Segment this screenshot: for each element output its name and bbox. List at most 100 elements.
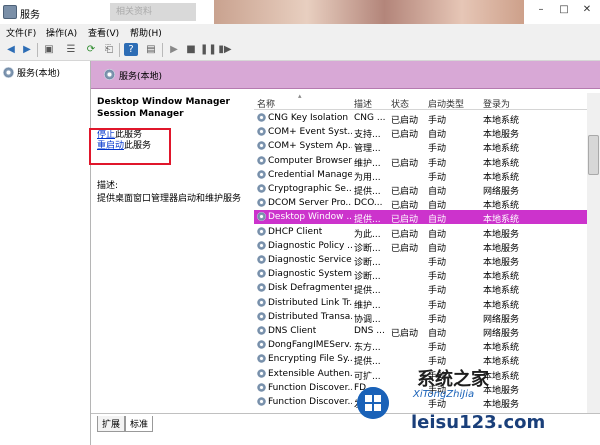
cell-status: 已启动 (391, 243, 419, 254)
cell-logon: 本地系统 (483, 158, 520, 169)
cell-name: Credential Manager (268, 169, 352, 180)
cell-name: Extensible Authen... (268, 368, 352, 379)
title-banner-image (214, 0, 524, 24)
cell-name: CNG Key Isolation (268, 113, 349, 123)
cell-name: Diagnostic System... (268, 269, 352, 280)
cell-logon: 网络服务 (483, 329, 520, 339)
site-watermark: 系统之家 XiTongZhiJia leisu123.com (351, 362, 600, 445)
cell-name: Cryptographic Se... (268, 184, 352, 194)
cell-name: COM+ Event Syst... (268, 127, 352, 138)
cell-status: 已启动 (391, 158, 419, 169)
service-gear-icon (257, 326, 266, 335)
scrollbar-thumb[interactable] (588, 135, 599, 175)
back-icon[interactable]: ◀ (4, 43, 18, 56)
service-gear-icon (257, 141, 266, 151)
sort-ascending-icon: ▴ (298, 93, 302, 100)
help-icon[interactable]: ? (124, 43, 138, 56)
cell-desc: DCO... (354, 198, 383, 209)
tree-node-services-local[interactable]: 服务(本地) (3, 66, 60, 79)
cell-name: Diagnostic Policy ... (268, 240, 352, 251)
cell-startup: 手动 (428, 172, 447, 183)
export-list-icon[interactable]: ⎗ (102, 43, 116, 56)
cell-desc: 提供... (354, 286, 381, 297)
table-row[interactable]: Disk Defragmenter 提供... 手动 本地系统 (254, 281, 587, 297)
cell-name: Function Discover... (268, 397, 352, 407)
service-gear-icon (257, 269, 266, 279)
cell-logon: 本地服务 (483, 258, 520, 268)
title-bar: 服务 相关资料 – □ ✕ (0, 0, 600, 24)
toolbar-separator (37, 43, 38, 57)
forward-icon[interactable]: ▶ (20, 43, 34, 56)
restart-service-icon[interactable]: ▮▶ (218, 43, 232, 56)
cell-startup: 手动 (428, 314, 447, 325)
service-gear-icon (257, 155, 266, 165)
console-tree: 服务(本地) (0, 61, 91, 445)
table-row[interactable]: Distributed Link Tr... 维护... 手动 本地系统 (254, 296, 587, 311)
table-row[interactable]: COM+ Event Syst... 支持... 已启动 自动 本地服务 (254, 125, 587, 141)
cell-desc: 维护... (354, 300, 381, 311)
table-row[interactable]: Diagnostic Service... 诊断... 手动 本地服务 (254, 253, 587, 268)
column-header-logon-as[interactable]: 登录为 (483, 97, 510, 110)
table-row[interactable]: Diagnostic Policy ... 诊断... 已启动 自动 本地服务 (254, 239, 587, 254)
cell-desc: DNS ... (354, 326, 385, 336)
cell-desc: 维护... (354, 158, 381, 169)
table-row[interactable]: DHCP Client 为此... 已启动 自动 本地服务 (254, 225, 587, 240)
cell-startup: 手动 (428, 158, 447, 169)
table-row[interactable]: Computer Browser 维护... 已启动 手动 本地系统 (254, 154, 587, 169)
table-row[interactable]: COM+ System Ap... 管理... 手动 本地系统 (254, 139, 587, 155)
column-header-name[interactable]: 名称 (257, 97, 275, 110)
table-row[interactable]: Cryptographic Se... 提供... 已启动 自动 网络服务 (254, 182, 587, 197)
properties-icon[interactable]: ☰ (64, 43, 78, 56)
pause-service-icon[interactable]: ❚❚ (200, 43, 217, 56)
cell-startup: 自动 (428, 229, 447, 240)
maximize-button[interactable]: □ (553, 2, 575, 18)
cell-startup: 手动 (428, 272, 447, 283)
show-hide-tree-icon[interactable]: ▣ (42, 43, 56, 56)
column-header-description[interactable]: 描述 (354, 97, 372, 110)
cell-desc: 为此... (354, 229, 381, 240)
close-button[interactable]: ✕ (576, 2, 598, 18)
cell-startup: 手动 (428, 144, 447, 155)
watermark-url: leisu123.com (411, 412, 546, 433)
tab-standard[interactable]: 标准 (125, 416, 154, 432)
cell-logon: 本地系统 (483, 343, 520, 354)
column-header-startup-type[interactable]: 启动类型 (428, 97, 464, 110)
service-gear-icon (257, 354, 266, 364)
cell-startup: 手动 (428, 116, 447, 126)
cell-name: DHCP Client (268, 226, 323, 237)
table-row[interactable]: DongFangIMEServ... 东方... 手动 本地系统 (254, 338, 587, 354)
table-row[interactable]: Credential Manager 为用... 手动 本地系统 (254, 168, 587, 183)
cell-name: Desktop Window ... (268, 212, 352, 223)
table-row[interactable]: Diagnostic System... 诊断... 手动 本地系统 (254, 267, 587, 283)
table-row[interactable]: DCOM Server Pro... DCO... 已启动 自动 本地系统 (254, 196, 587, 211)
table-row[interactable]: Distributed Transa... 协调... 手动 网络服务 (254, 310, 587, 325)
menu-view[interactable]: 查看(V) (88, 26, 119, 39)
cell-name: DNS Client (268, 326, 317, 336)
refresh-icon[interactable]: ⟳ (84, 43, 98, 56)
service-gear-icon (257, 198, 266, 208)
cell-startup: 自动 (428, 329, 447, 339)
table-row[interactable]: DNS Client DNS ... 已启动 自动 网络服务 (254, 324, 587, 339)
service-gear-icon (257, 297, 266, 307)
cell-logon: 本地系统 (483, 144, 520, 155)
menu-file[interactable]: 文件(F) (6, 26, 36, 39)
minimize-button[interactable]: – (530, 2, 552, 18)
cell-logon: 网络服务 (483, 314, 520, 325)
cell-status: 已启动 (391, 116, 419, 126)
cell-desc: 提供... (354, 187, 381, 197)
menu-help[interactable]: 帮助(H) (130, 26, 162, 39)
menu-bar: 文件(F) 操作(A) 查看(V) 帮助(H) (0, 24, 600, 40)
cell-desc: 提供... (354, 215, 381, 226)
cell-startup: 自动 (428, 130, 447, 141)
column-header-status[interactable]: 状态 (391, 97, 409, 110)
console-icon[interactable]: ▤ (144, 43, 158, 56)
start-service-icon[interactable]: ▶ (167, 43, 181, 56)
cell-startup: 手动 (428, 300, 447, 311)
stop-service-icon[interactable]: ■ (184, 43, 198, 56)
tab-extended[interactable]: 扩展 (97, 416, 126, 432)
highlight-box (89, 128, 171, 165)
service-gear-icon (257, 226, 266, 236)
menu-action[interactable]: 操作(A) (46, 26, 77, 39)
table-row[interactable]: Desktop Window ... 提供... 已启动 自动 本地系统 (254, 210, 587, 226)
table-row[interactable]: CNG Key Isolation CNG ... 已启动 手动 本地系统 (254, 111, 587, 126)
